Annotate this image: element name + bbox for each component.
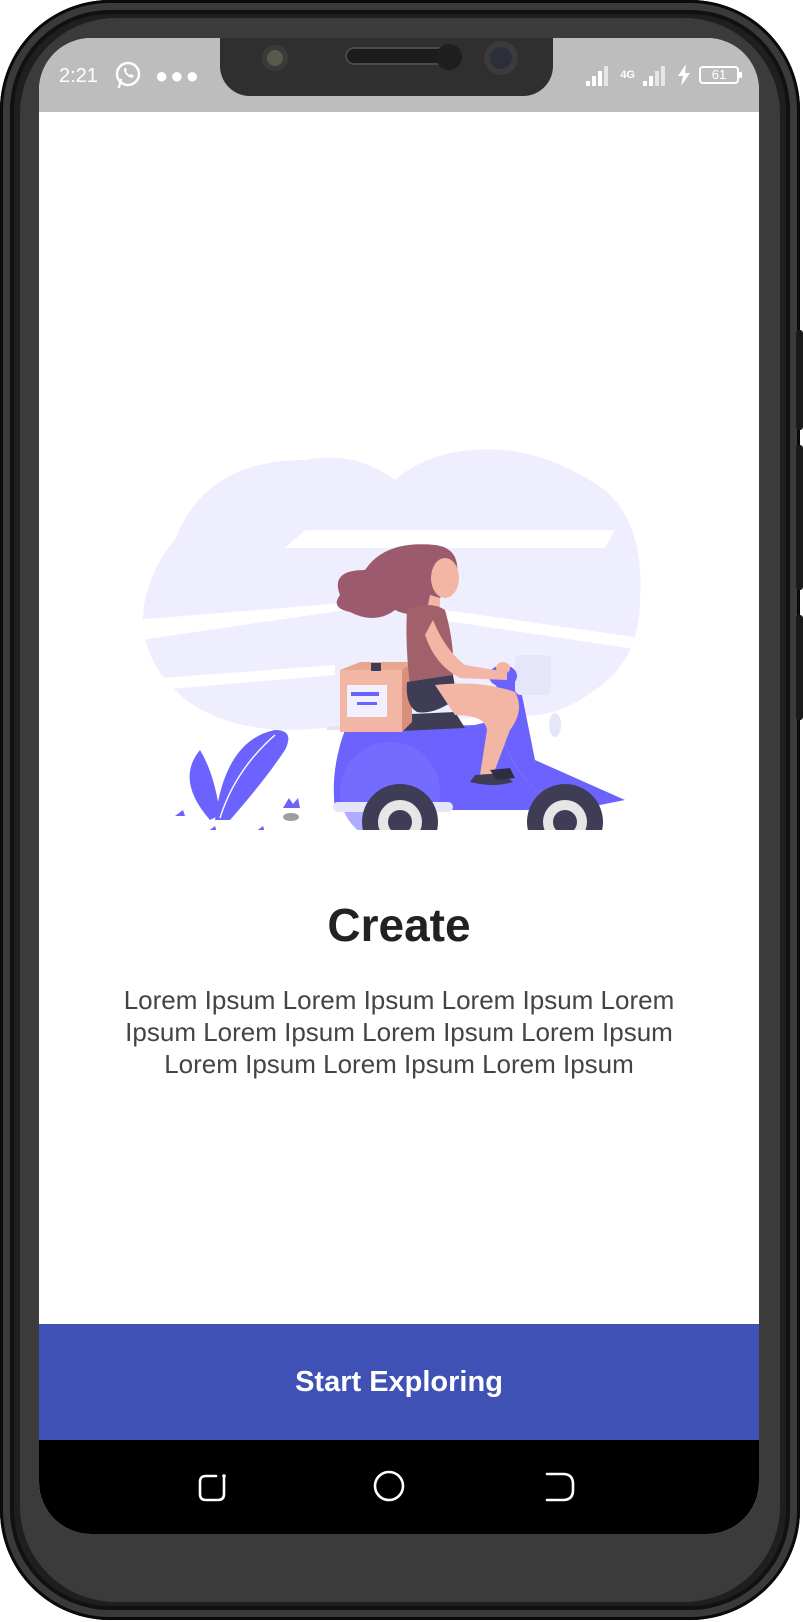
onboarding-title: Create [327, 899, 471, 951]
charging-bolt-icon [678, 64, 690, 86]
woman-on-scooter-illustration [135, 449, 655, 830]
screen: 2:21 ●●● 4G 61 Create Lorem Ipsum Lorem … [39, 38, 759, 1534]
whatsapp-icon [115, 61, 141, 89]
volume-button [796, 445, 803, 590]
phone-frame: 2:21 ●●● 4G 61 Create Lorem Ipsum Lorem … [0, 0, 803, 1620]
battery-icon: 61 [699, 66, 742, 84]
battery-level: 61 [711, 67, 727, 82]
proximity-sensor [436, 44, 462, 70]
front-camera [484, 41, 518, 75]
recent-apps-icon[interactable] [194, 1466, 234, 1506]
side-button [796, 330, 803, 430]
notch [220, 38, 553, 96]
navigation-bar [39, 1440, 759, 1534]
status-time: 2:21 [59, 65, 98, 87]
onboarding-description: Lorem Ipsum Lorem Ipsum Lorem Ipsum Lore… [123, 985, 675, 1079]
network-type: 4G [620, 69, 635, 81]
status-icons: 4G 61 [586, 64, 742, 86]
back-icon[interactable] [539, 1466, 579, 1506]
more-dots-icon: ●●● [155, 63, 201, 88]
power-button [796, 615, 803, 720]
signal-icon-2 [643, 66, 665, 86]
front-sensor [262, 45, 288, 71]
home-icon[interactable] [369, 1466, 409, 1506]
start-exploring-button[interactable]: Start Exploring [39, 1324, 759, 1440]
plant-leaf [189, 750, 220, 820]
signal-icon [586, 66, 609, 86]
